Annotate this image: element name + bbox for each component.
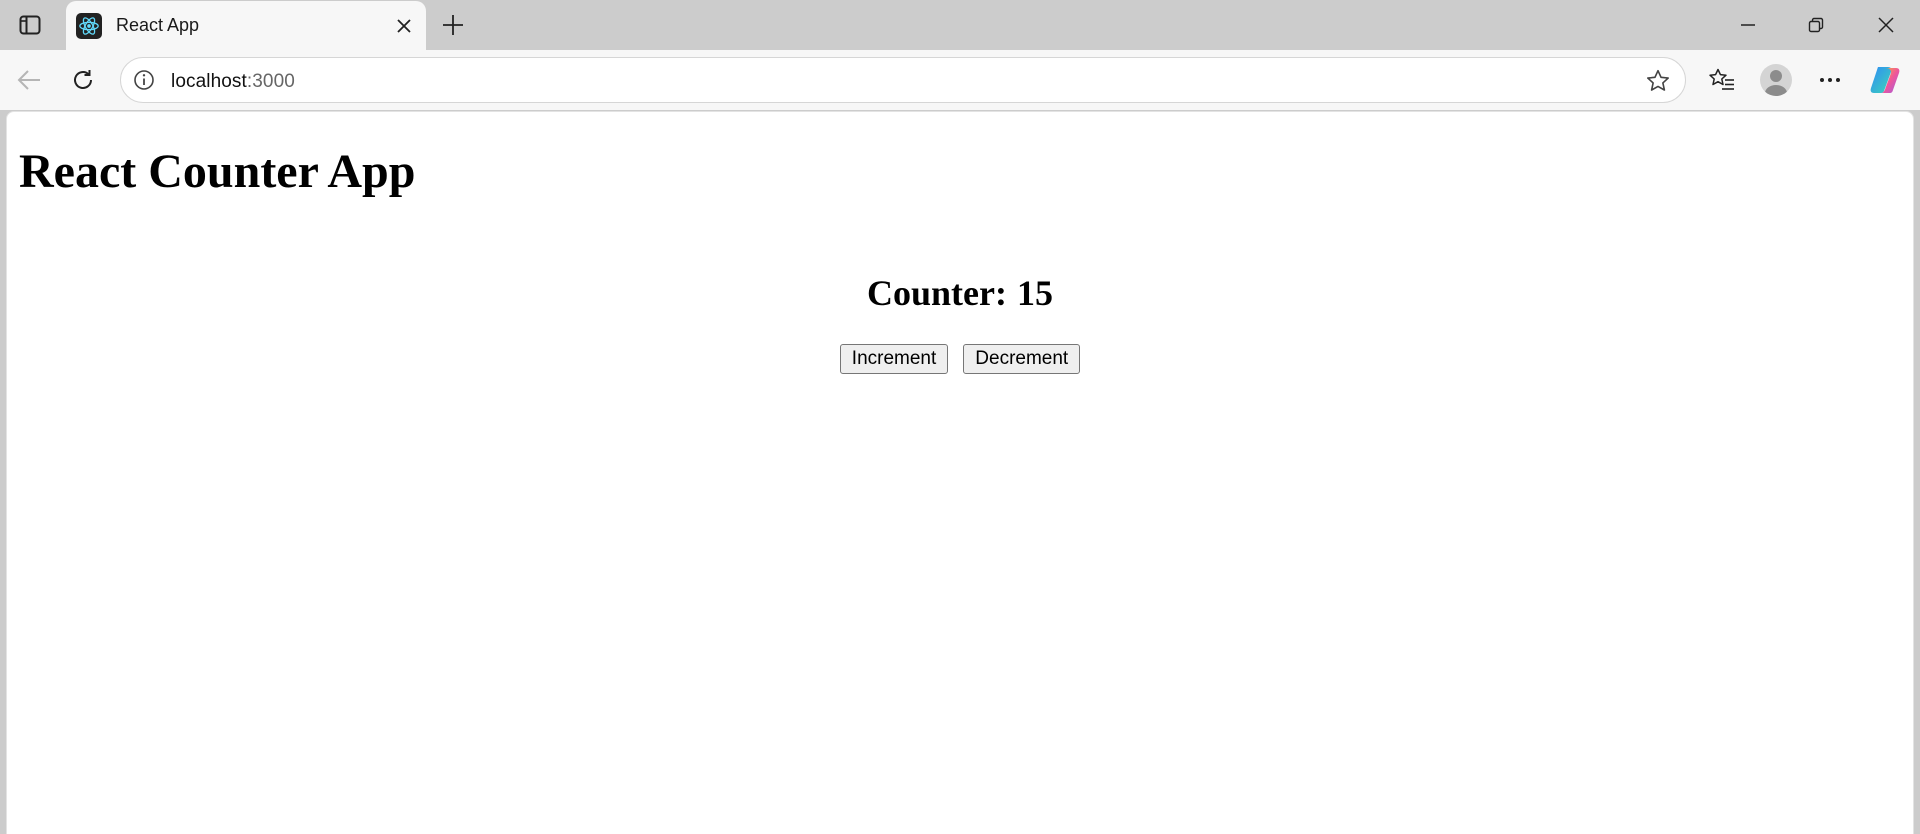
counter-section: Counter: 15 Increment Decrement xyxy=(7,272,1913,374)
url-port: :3000 xyxy=(246,71,295,92)
address-bar[interactable]: localhost:3000 xyxy=(120,57,1686,103)
restore-icon xyxy=(1808,17,1824,33)
increment-button[interactable]: Increment xyxy=(839,344,949,374)
react-logo-icon xyxy=(76,13,102,39)
tab-title: React App xyxy=(116,15,200,35)
url-text: localhost:3000 xyxy=(171,71,295,93)
star-icon xyxy=(1647,69,1669,91)
copilot-button[interactable] xyxy=(1866,61,1904,99)
plus-icon xyxy=(443,15,463,35)
copilot-icon xyxy=(1870,67,1900,93)
more-button[interactable] xyxy=(1811,61,1849,99)
counter-label: Counter: xyxy=(867,273,1007,313)
tab-strip: React App xyxy=(0,0,1920,50)
minimize-button[interactable] xyxy=(1714,0,1782,50)
active-tab[interactable]: React App xyxy=(66,1,426,50)
site-info-button[interactable] xyxy=(129,65,159,95)
back-arrow-icon xyxy=(17,70,40,90)
tab-close-button[interactable] xyxy=(390,12,418,40)
decrement-button[interactable]: Decrement xyxy=(963,344,1081,374)
new-tab-button[interactable] xyxy=(438,10,468,40)
tab-actions-icon xyxy=(19,15,41,35)
profile-icon xyxy=(1760,64,1792,96)
minimize-icon xyxy=(1741,24,1755,26)
more-icon xyxy=(1820,78,1840,82)
info-icon xyxy=(134,70,154,90)
refresh-icon xyxy=(74,70,92,89)
close-icon xyxy=(397,19,411,33)
tab-actions-button[interactable] xyxy=(12,11,48,39)
page-viewport: React Counter App Counter: 15 Increment D… xyxy=(6,111,1914,834)
add-favorite-button[interactable] xyxy=(1643,66,1673,96)
back-button[interactable] xyxy=(10,61,48,99)
restore-button[interactable] xyxy=(1782,0,1850,50)
counter-display: Counter: 15 xyxy=(867,272,1053,314)
counter-controls: Increment Decrement xyxy=(7,344,1913,374)
counter-value: 15 xyxy=(1016,273,1053,313)
profile-button[interactable] xyxy=(1757,61,1795,99)
refresh-button[interactable] xyxy=(64,61,102,99)
close-window-button[interactable] xyxy=(1852,0,1920,50)
favorites-button[interactable] xyxy=(1703,61,1741,99)
page-title: React Counter App xyxy=(19,145,416,198)
url-host: localhost xyxy=(171,71,247,92)
favorites-icon xyxy=(1709,68,1734,90)
close-icon xyxy=(1878,17,1894,33)
